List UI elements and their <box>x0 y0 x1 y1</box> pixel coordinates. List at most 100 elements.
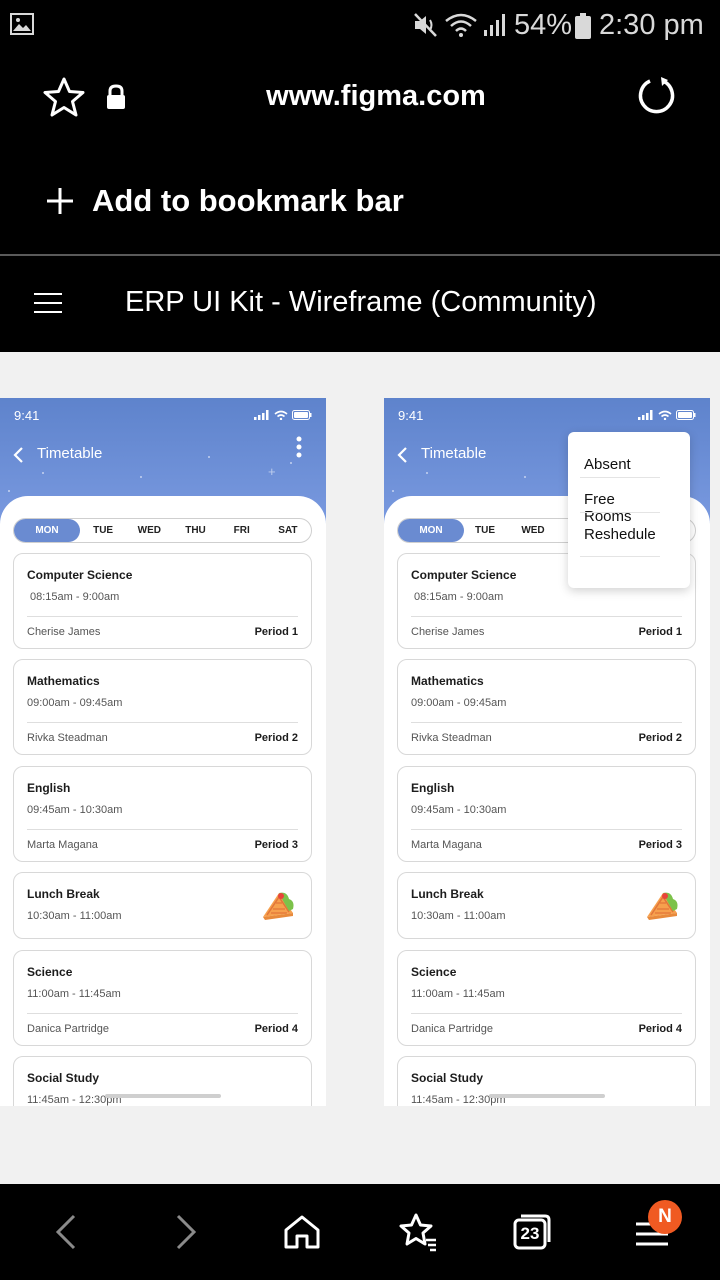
home-indicator <box>489 1094 605 1098</box>
teacher-name: Rivka Steadman <box>27 732 108 744</box>
subject-name: English <box>411 781 455 795</box>
forward-arrow-icon[interactable] <box>166 1212 206 1252</box>
bookmarks-star-icon[interactable] <box>398 1212 438 1252</box>
timetable-card[interactable]: English 09:45am - 10:30am Marta Magana P… <box>13 766 312 862</box>
add-bookmark-button[interactable]: Add to bookmark bar <box>44 178 404 224</box>
browser-bottom-nav: 23 N <box>0 1184 720 1280</box>
status-bar: 54% 2:30 pm <box>0 0 720 52</box>
day-tab-wed[interactable]: WED <box>126 519 172 542</box>
day-tab-sat[interactable]: SAT <box>265 519 311 542</box>
card-divider <box>411 616 682 617</box>
teacher-name: Rivka Steadman <box>411 732 492 744</box>
phone-signal-icon <box>638 410 653 420</box>
day-selector: MON TUE WED THU FRI SAT <box>13 518 312 543</box>
url-bar: www.figma.com <box>0 52 720 144</box>
subject-name: English <box>27 781 71 795</box>
card-divider <box>27 1013 298 1014</box>
address-text[interactable]: www.figma.com <box>0 80 720 113</box>
day-tab-mon[interactable]: MON <box>398 519 464 542</box>
home-indicator <box>105 1094 221 1098</box>
back-chevron-icon[interactable] <box>12 446 26 464</box>
card-divider <box>27 829 298 830</box>
notification-badge: N <box>648 1200 682 1234</box>
class-time: 09:45am - 10:30am <box>411 804 507 816</box>
menu-item-absent[interactable]: Absent <box>584 456 664 473</box>
home-icon[interactable] <box>282 1212 322 1252</box>
card-divider <box>27 722 298 723</box>
hamburger-menu-icon[interactable] <box>34 292 62 314</box>
menu-item-free-rooms[interactable]: Free Rooms <box>584 491 664 525</box>
period-label: Period 1 <box>254 626 298 638</box>
reload-icon[interactable] <box>636 76 676 116</box>
timetable-frame-left[interactable]: + 9:41 Timetable MON TUE WED THU FRI SAT <box>0 398 326 1106</box>
day-tab-fri[interactable]: FRI <box>219 519 265 542</box>
period-label: Period 2 <box>638 732 682 744</box>
menu-divider <box>580 477 660 478</box>
class-time: 09:00am - 09:45am <box>27 697 123 709</box>
plus-icon <box>47 188 73 214</box>
sandwich-icon <box>647 892 678 920</box>
card-divider <box>27 616 298 617</box>
timetable-card[interactable]: Social Study 11:45am - 12:30pm <box>397 1056 696 1106</box>
phone-battery-icon <box>676 410 696 420</box>
timetable-card[interactable]: Science 11:00am - 11:45am Danica Partrid… <box>397 950 696 1046</box>
timetable-card[interactable]: Mathematics 09:00am - 09:45am Rivka Stea… <box>397 659 696 755</box>
day-tab-thu[interactable]: THU <box>172 519 218 542</box>
timetable-card[interactable]: Social Study 11:45am - 12:30pm <box>13 1056 312 1106</box>
teacher-name: Cherise James <box>411 626 485 638</box>
subject-name: Social Study <box>27 1071 100 1085</box>
teacher-name: Marta Magana <box>27 839 98 851</box>
phone-time: 9:41 <box>398 408 424 423</box>
card-divider <box>411 722 682 723</box>
tabs-button[interactable]: 23 <box>512 1212 552 1252</box>
timetable-frame-right[interactable]: 9:41 Timetable MON TUE WED Computer Scie… <box>384 398 710 1106</box>
class-time: 11:00am - 11:45am <box>27 988 121 1000</box>
day-tab-tue[interactable]: TUE <box>464 519 506 542</box>
phone-signal-icon <box>254 410 269 420</box>
subject-name: Lunch Break <box>411 887 484 901</box>
timetable-card[interactable]: Science 11:00am - 11:45am Danica Partrid… <box>13 950 312 1046</box>
clock: 2:30 pm <box>599 9 704 41</box>
system-icons <box>412 12 508 38</box>
menu-divider <box>580 512 660 513</box>
subject-name: Mathematics <box>27 674 100 688</box>
card-divider <box>411 1013 682 1014</box>
signal-icon <box>484 14 505 36</box>
back-chevron-icon[interactable] <box>396 446 410 464</box>
period-label: Period 2 <box>254 732 298 744</box>
period-label: Period 1 <box>638 626 682 638</box>
options-dropdown: Absent Free Rooms Reshedule <box>568 432 690 588</box>
figma-header: ERP UI Kit - Wireframe (Community) <box>0 256 720 352</box>
class-time: 08:15am - 9:00am <box>414 591 504 603</box>
teacher-name: Danica Partridge <box>27 1023 109 1035</box>
lunch-card[interactable]: Lunch Break 10:30am - 11:00am <box>397 872 696 939</box>
class-time: 10:30am - 11:00am <box>27 910 122 922</box>
timetable-card[interactable]: Mathematics 09:00am - 09:45am Rivka Stea… <box>13 659 312 755</box>
menu-item-reshedule[interactable]: Reshedule <box>584 526 664 543</box>
day-tab-wed[interactable]: WED <box>506 519 560 542</box>
more-options-icon[interactable] <box>296 436 302 458</box>
subject-name: Science <box>411 965 457 979</box>
screen-title: Timetable <box>421 445 487 462</box>
teacher-name: Marta Magana <box>411 839 482 851</box>
sandwich-icon <box>263 892 294 920</box>
period-label: Period 3 <box>638 839 682 851</box>
back-arrow-icon[interactable] <box>46 1212 86 1252</box>
tab-count: 23 <box>520 1224 540 1243</box>
class-time: 10:30am - 11:00am <box>411 910 506 922</box>
phone-wifi-icon <box>274 410 288 420</box>
day-tab-mon[interactable]: MON <box>14 519 80 542</box>
class-time: 08:15am - 9:00am <box>30 591 120 603</box>
teacher-name: Cherise James <box>27 626 101 638</box>
timetable-card[interactable]: Computer Science 08:15am - 9:00am Cheris… <box>13 553 312 649</box>
battery-icon <box>575 13 591 39</box>
gallery-notification-icon <box>10 13 34 35</box>
period-label: Period 4 <box>254 1023 298 1035</box>
subject-name: Computer Science <box>27 568 133 582</box>
day-tab-tue[interactable]: TUE <box>80 519 126 542</box>
file-title: ERP UI Kit - Wireframe (Community) <box>125 286 597 318</box>
lunch-card[interactable]: Lunch Break 10:30am - 11:00am <box>13 872 312 939</box>
timetable-card[interactable]: English 09:45am - 10:30am Marta Magana P… <box>397 766 696 862</box>
subject-name: Lunch Break <box>27 887 100 901</box>
figma-canvas[interactable]: + 9:41 Timetable MON TUE WED THU FRI SAT <box>0 352 720 1184</box>
